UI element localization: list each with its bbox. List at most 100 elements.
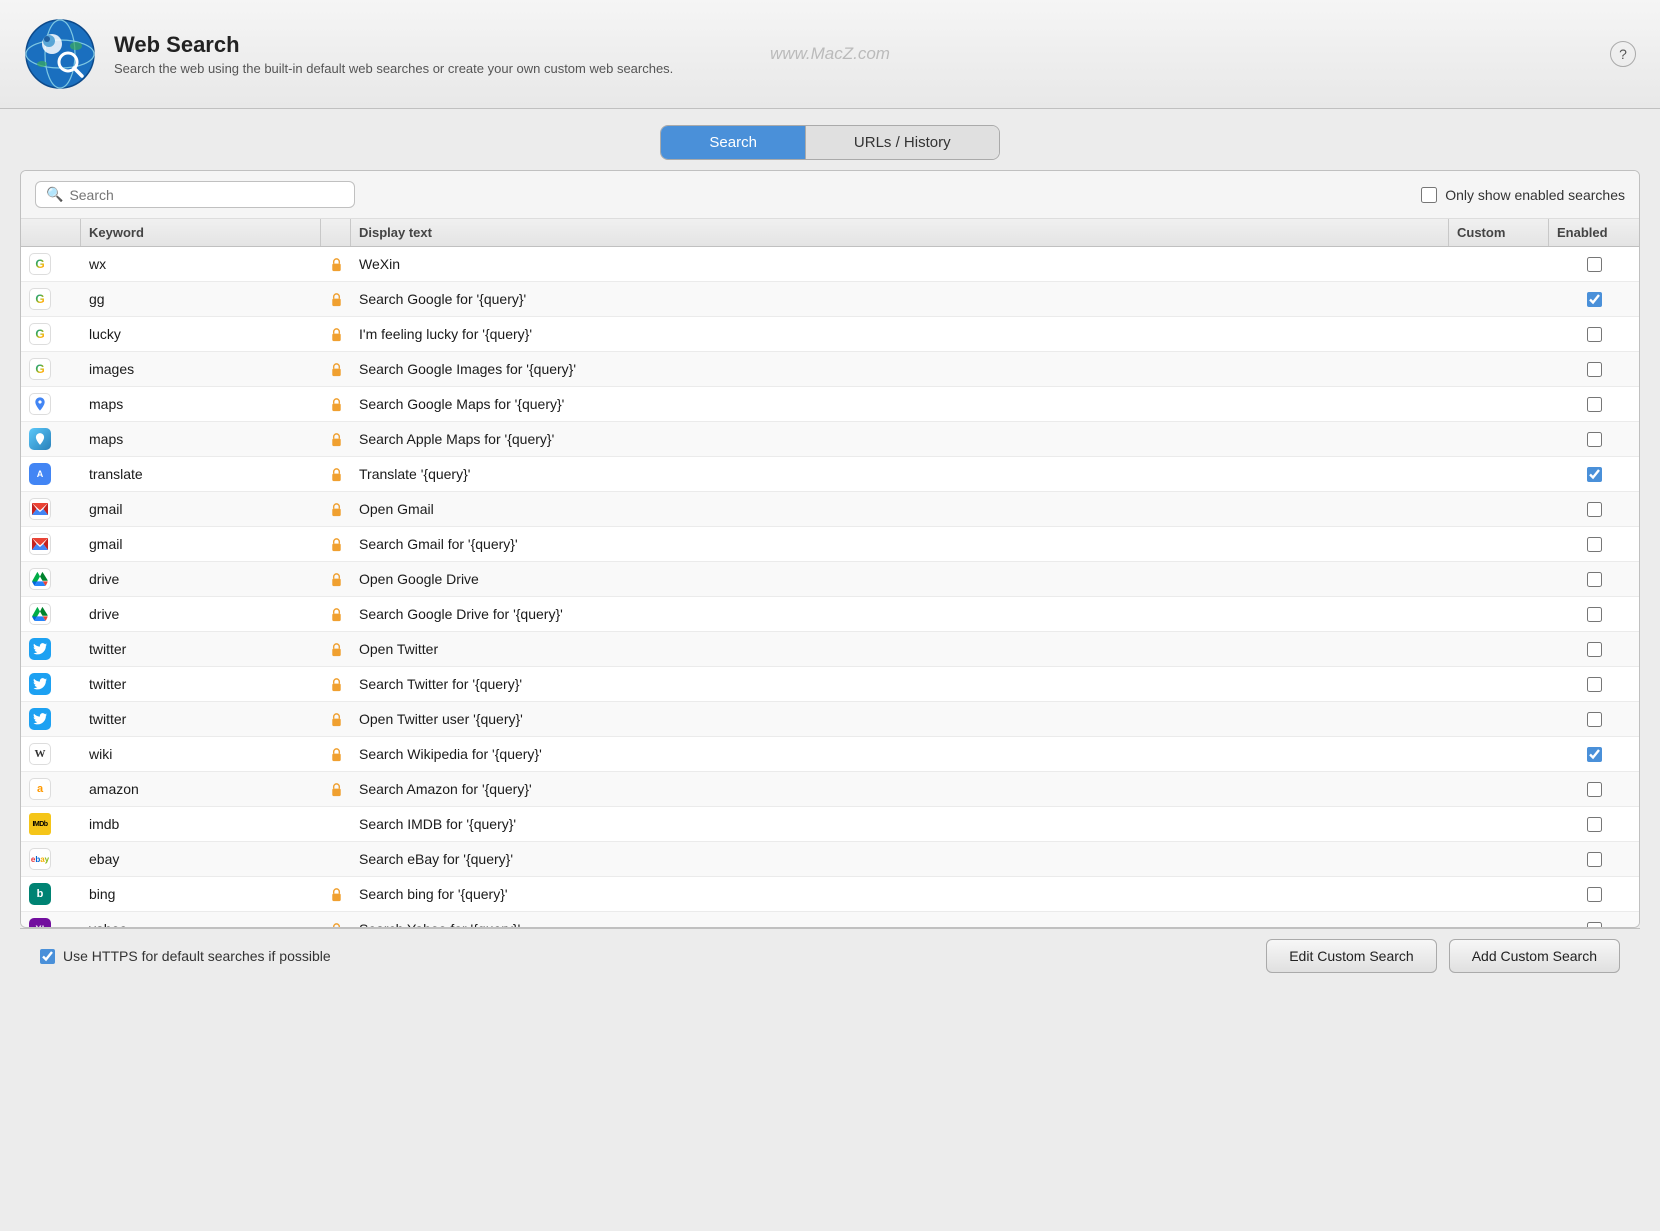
enabled-checkbox-7[interactable] [1587, 502, 1602, 517]
cell-enabled-12[interactable] [1549, 671, 1639, 698]
enabled-checkbox-8[interactable] [1587, 537, 1602, 552]
cell-enabled-10[interactable] [1549, 601, 1639, 628]
cell-keyword-9: drive [81, 565, 321, 593]
table-row[interactable]: GggSearch Google for '{query}' [21, 282, 1639, 317]
cell-enabled-8[interactable] [1549, 531, 1639, 558]
table-row[interactable]: WwikiSearch Wikipedia for '{query}' [21, 737, 1639, 772]
cell-custom-6 [1449, 468, 1549, 480]
cell-display-5: Search Apple Maps for '{query}' [351, 425, 1449, 453]
cell-enabled-4[interactable] [1549, 391, 1639, 418]
tab-bar: Search URLs / History [0, 109, 1660, 170]
tab-urls-history[interactable]: URLs / History [806, 126, 999, 159]
table-row[interactable]: twitterSearch Twitter for '{query}' [21, 667, 1639, 702]
cell-enabled-0[interactable] [1549, 251, 1639, 278]
enabled-checkbox-14[interactable] [1587, 747, 1602, 762]
enabled-checkbox-11[interactable] [1587, 642, 1602, 657]
enabled-checkbox-1[interactable] [1587, 292, 1602, 307]
only-show-enabled-checkbox[interactable] [1421, 187, 1437, 203]
enabled-checkbox-6[interactable] [1587, 467, 1602, 482]
table-row[interactable]: bbingSearch bing for '{query}' [21, 877, 1639, 912]
cell-enabled-17[interactable] [1549, 846, 1639, 873]
cell-keyword-2: lucky [81, 320, 321, 348]
cell-enabled-6[interactable] [1549, 461, 1639, 488]
cell-lock-11 [321, 636, 351, 663]
cell-enabled-7[interactable] [1549, 496, 1639, 523]
enabled-checkbox-10[interactable] [1587, 607, 1602, 622]
cell-icon-7 [21, 492, 81, 526]
enabled-checkbox-12[interactable] [1587, 677, 1602, 692]
enabled-checkbox-5[interactable] [1587, 432, 1602, 447]
cell-keyword-0: wx [81, 250, 321, 278]
cell-keyword-13: twitter [81, 705, 321, 733]
enabled-checkbox-17[interactable] [1587, 852, 1602, 867]
cell-display-8: Search Gmail for '{query}' [351, 530, 1449, 558]
cell-enabled-18[interactable] [1549, 881, 1639, 908]
cell-display-6: Translate '{query}' [351, 460, 1449, 488]
search-box[interactable]: 🔍 [35, 181, 355, 208]
enabled-checkbox-9[interactable] [1587, 572, 1602, 587]
cell-enabled-9[interactable] [1549, 566, 1639, 593]
enabled-checkbox-18[interactable] [1587, 887, 1602, 902]
cell-custom-9 [1449, 573, 1549, 585]
table-row[interactable]: GwxWeXin [21, 247, 1639, 282]
enabled-checkbox-2[interactable] [1587, 327, 1602, 342]
cell-display-16: Search IMDB for '{query}' [351, 810, 1449, 838]
table-row[interactable]: mapsSearch Apple Maps for '{query}' [21, 422, 1639, 457]
enabled-checkbox-3[interactable] [1587, 362, 1602, 377]
watermark: www.MacZ.com [770, 44, 890, 64]
https-checkbox[interactable] [40, 949, 55, 964]
help-button[interactable]: ? [1610, 41, 1636, 67]
table-row[interactable]: gmailSearch Gmail for '{query}' [21, 527, 1639, 562]
cell-display-15: Search Amazon for '{query}' [351, 775, 1449, 803]
cell-enabled-5[interactable] [1549, 426, 1639, 453]
enabled-checkbox-16[interactable] [1587, 817, 1602, 832]
enabled-checkbox-0[interactable] [1587, 257, 1602, 272]
table-row[interactable]: GimagesSearch Google Images for '{query}… [21, 352, 1639, 387]
cell-keyword-4: maps [81, 390, 321, 418]
cell-enabled-1[interactable] [1549, 286, 1639, 313]
table-row[interactable]: GluckyI'm feeling lucky for '{query}' [21, 317, 1639, 352]
col-display: Display text [351, 219, 1449, 246]
cell-enabled-15[interactable] [1549, 776, 1639, 803]
table-row[interactable]: mapsSearch Google Maps for '{query}' [21, 387, 1639, 422]
enabled-checkbox-19[interactable] [1587, 922, 1602, 928]
cell-enabled-14[interactable] [1549, 741, 1639, 768]
enabled-checkbox-15[interactable] [1587, 782, 1602, 797]
cell-custom-13 [1449, 713, 1549, 725]
maps-icon [29, 393, 51, 415]
table-row[interactable]: IMDbimdbSearch IMDB for '{query}' [21, 807, 1639, 842]
cell-icon-16: IMDb [21, 807, 81, 841]
cell-enabled-2[interactable] [1549, 321, 1639, 348]
cell-custom-1 [1449, 293, 1549, 305]
cell-custom-14 [1449, 748, 1549, 760]
table-row[interactable]: AtranslateTranslate '{query}' [21, 457, 1639, 492]
add-custom-search-button[interactable]: Add Custom Search [1449, 939, 1620, 973]
table-row[interactable]: twitterOpen Twitter user '{query}' [21, 702, 1639, 737]
wiki-icon: W [29, 743, 51, 765]
cell-display-0: WeXin [351, 250, 1449, 278]
cell-enabled-13[interactable] [1549, 706, 1639, 733]
table-row[interactable]: driveOpen Google Drive [21, 562, 1639, 597]
table-row[interactable]: Y!yahooSearch Yahoo for '{query}' [21, 912, 1639, 927]
cell-lock-0 [321, 251, 351, 278]
cell-enabled-3[interactable] [1549, 356, 1639, 383]
apple-maps-icon [29, 428, 51, 450]
cell-enabled-16[interactable] [1549, 811, 1639, 838]
cell-enabled-11[interactable] [1549, 636, 1639, 663]
enabled-checkbox-4[interactable] [1587, 397, 1602, 412]
edit-custom-search-button[interactable]: Edit Custom Search [1266, 939, 1437, 973]
cell-icon-17: ebay [21, 842, 81, 876]
table-row[interactable]: ebayebaySearch eBay for '{query}' [21, 842, 1639, 877]
cell-icon-6: A [21, 457, 81, 491]
search-input[interactable] [69, 187, 344, 203]
table-row[interactable]: gmailOpen Gmail [21, 492, 1639, 527]
tab-search[interactable]: Search [661, 126, 806, 159]
table-row[interactable]: driveSearch Google Drive for '{query}' [21, 597, 1639, 632]
cell-enabled-19[interactable] [1549, 916, 1639, 928]
drive-icon [29, 568, 51, 590]
enabled-checkbox-13[interactable] [1587, 712, 1602, 727]
table-row[interactable]: twitterOpen Twitter [21, 632, 1639, 667]
amazon-icon: a [29, 778, 51, 800]
table-row[interactable]: aamazonSearch Amazon for '{query}' [21, 772, 1639, 807]
cell-lock-10 [321, 601, 351, 628]
